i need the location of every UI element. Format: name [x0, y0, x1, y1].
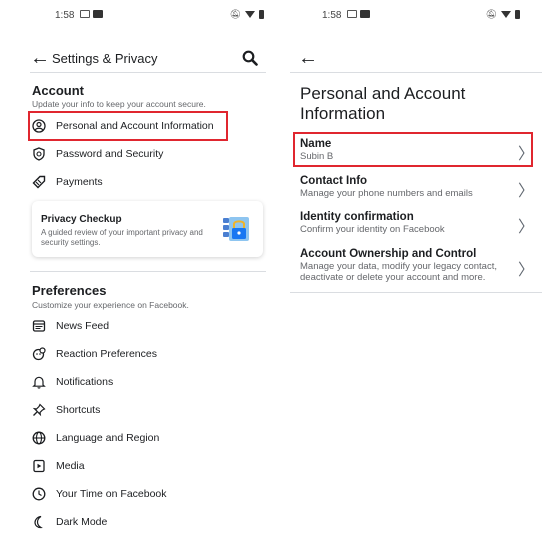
battery-icon — [515, 10, 520, 19]
settings-privacy-screen: 1:58 🔕︎ ← Settings & Privacy Account Upd… — [18, 0, 272, 560]
divider — [30, 271, 266, 272]
reaction-icon — [32, 347, 46, 361]
privacy-checkup-card[interactable]: Privacy Checkup A guided review of your … — [32, 201, 263, 257]
chevron-right-icon: 〉 — [517, 260, 534, 279]
globe-icon — [32, 431, 46, 445]
menu-item-notifications[interactable]: Notifications — [30, 371, 113, 393]
system-icons: 🔕︎ — [486, 9, 520, 20]
privacy-checkup-description: A guided review of your important privac… — [41, 228, 203, 247]
row-description: Confirm your identity on Facebook — [300, 224, 445, 235]
shield-icon — [33, 147, 45, 161]
menu-item-label: News Feed — [56, 320, 110, 332]
video-notification-icon — [360, 10, 370, 18]
divider — [30, 72, 266, 73]
status-time: 1:58 — [322, 10, 342, 21]
tag-icon — [32, 175, 46, 189]
menu-item-language-region[interactable]: Language and Region — [30, 427, 159, 449]
chevron-right-icon: 〉 — [517, 217, 534, 236]
row-title: Identity confirmation — [300, 211, 414, 223]
back-arrow-icon[interactable]: ← — [298, 46, 318, 70]
lock-checklist-icon — [223, 217, 249, 241]
clock-icon — [32, 487, 46, 501]
notification-icons — [80, 10, 103, 18]
gallery-notification-icon — [80, 10, 90, 18]
menu-item-dark-mode[interactable]: Dark Mode — [30, 511, 107, 533]
moon-icon — [34, 515, 43, 529]
preferences-section-subtitle: Customize your experience on Facebook. — [32, 300, 189, 310]
account-row-identity-confirmation[interactable]: Identity confirmation Confirm your ident… — [298, 211, 536, 241]
notification-icons — [347, 10, 370, 18]
media-icon — [33, 459, 45, 473]
mute-icon: 🔕︎ — [229, 9, 241, 19]
row-title: Account Ownership and Control — [300, 248, 477, 260]
bell-icon — [32, 376, 46, 389]
account-section-subtitle: Update your info to keep your account se… — [32, 99, 206, 109]
page-title: Settings & Privacy — [52, 51, 158, 66]
row-description: Manage your phone numbers and emails — [300, 188, 473, 199]
mute-icon: 🔕︎ — [485, 9, 497, 19]
privacy-checkup-title: Privacy Checkup — [41, 214, 122, 225]
status-bar: 1:58 🔕︎ — [290, 0, 542, 32]
divider — [290, 292, 542, 293]
menu-item-media[interactable]: Media — [30, 455, 85, 477]
account-section-title: Account — [32, 83, 84, 98]
top-bar: ← — [290, 46, 542, 72]
account-row-ownership-control[interactable]: Account Ownership and Control Manage you… — [298, 248, 536, 290]
menu-item-label: Language and Region — [56, 432, 160, 444]
menu-item-label: Shortcuts — [56, 404, 101, 416]
menu-item-news-feed[interactable]: News Feed — [30, 315, 109, 337]
system-icons: 🔕︎ — [230, 9, 264, 20]
menu-item-label: Reaction Preferences — [56, 348, 157, 360]
gallery-notification-icon — [347, 10, 357, 18]
menu-item-label: Notifications — [56, 376, 114, 388]
status-bar: 1:58 🔕︎ — [18, 0, 272, 32]
wifi-icon — [245, 11, 255, 18]
page-title: Personal and Account Information — [300, 84, 466, 123]
menu-item-label: Password and Security — [56, 148, 164, 160]
menu-item-password-security[interactable]: Password and Security — [30, 143, 163, 165]
search-icon[interactable] — [242, 50, 258, 66]
video-notification-icon — [93, 10, 103, 18]
highlight-box — [293, 132, 533, 167]
back-arrow-icon[interactable]: ← — [30, 46, 50, 70]
menu-item-shortcuts[interactable]: Shortcuts — [30, 399, 100, 421]
menu-item-your-time[interactable]: Your Time on Facebook — [30, 483, 167, 505]
menu-item-reaction-preferences[interactable]: Reaction Preferences — [30, 343, 157, 365]
account-row-contact-info[interactable]: Contact Info Manage your phone numbers a… — [298, 175, 536, 205]
menu-item-label: Media — [56, 460, 85, 472]
news-feed-icon — [32, 320, 46, 332]
pin-icon — [32, 403, 46, 417]
menu-item-label: Your Time on Facebook — [56, 488, 167, 500]
status-time: 1:58 — [55, 10, 75, 21]
battery-icon — [259, 10, 264, 19]
menu-item-payments[interactable]: Payments — [30, 171, 103, 193]
divider — [290, 72, 542, 73]
personal-account-info-screen: 1:58 🔕︎ ← Personal and Account Informati… — [290, 0, 542, 560]
preferences-section-title: Preferences — [32, 283, 107, 298]
wifi-icon — [501, 11, 511, 18]
chevron-right-icon: 〉 — [517, 181, 534, 200]
row-title: Contact Info — [300, 175, 368, 187]
menu-item-label: Payments — [56, 176, 103, 188]
menu-item-label: Dark Mode — [56, 516, 108, 528]
highlight-box — [28, 111, 228, 141]
row-description: Manage your data, modify your legacy con… — [300, 261, 497, 283]
top-bar: ← Settings & Privacy — [18, 46, 272, 72]
